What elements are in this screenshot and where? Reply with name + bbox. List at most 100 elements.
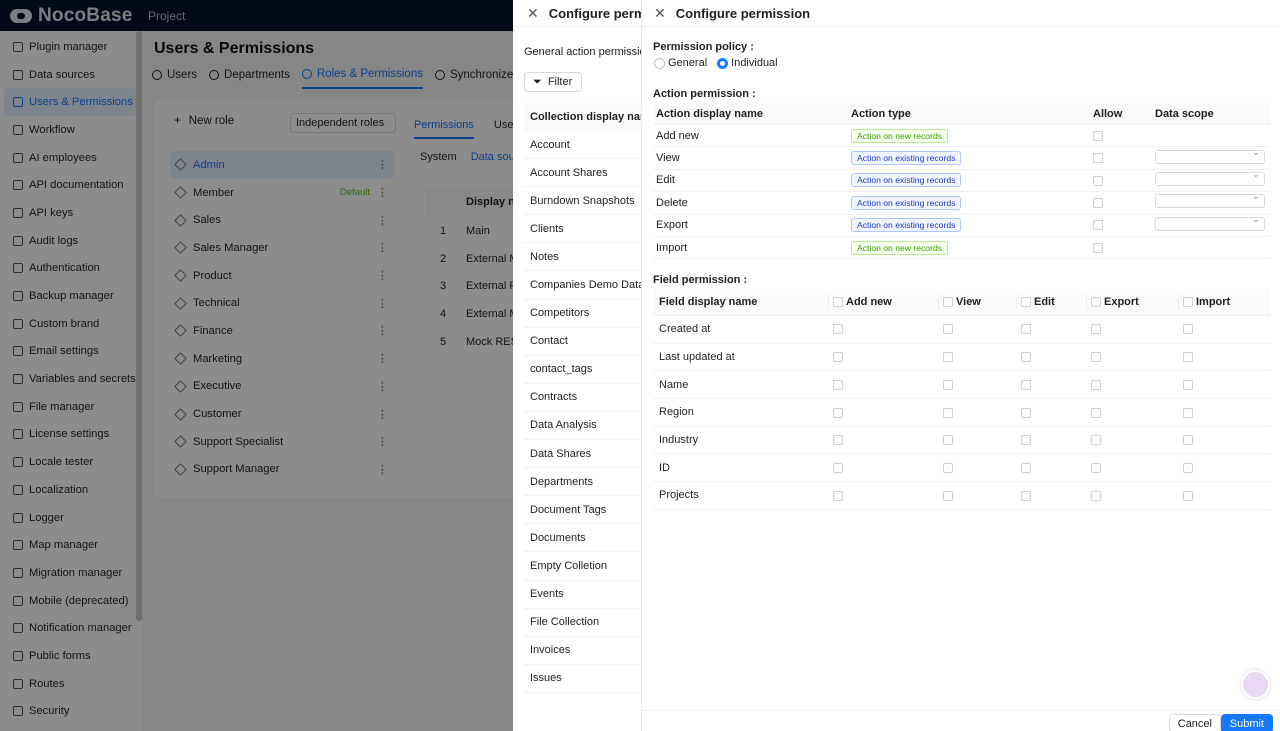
field-view-checkbox[interactable] <box>943 490 953 501</box>
action-name: Import <box>656 241 688 254</box>
data-scope-select[interactable] <box>1155 169 1265 186</box>
field-export-checkbox[interactable] <box>1091 435 1101 446</box>
data-scope-select[interactable] <box>1155 214 1265 231</box>
header-import: Import <box>1196 296 1231 308</box>
radio-circle <box>717 57 729 69</box>
field-export-checkbox[interactable] <box>1091 462 1101 473</box>
field-edit-checkbox[interactable] <box>1021 407 1031 418</box>
allow-checkbox[interactable] <box>1093 175 1103 186</box>
close-icon[interactable]: ✕ <box>654 5 666 22</box>
field-name: Name <box>659 378 689 391</box>
allow-checkbox[interactable] <box>1093 130 1103 141</box>
field-add-checkbox[interactable] <box>833 352 843 363</box>
select-all-add-checkbox[interactable] <box>833 297 843 307</box>
field-add-checkbox[interactable] <box>833 407 843 418</box>
field-edit-checkbox[interactable] <box>1021 324 1031 335</box>
collection-row[interactable]: Data Analysis <box>524 412 654 441</box>
collection-row[interactable]: Empty Colletion <box>524 552 654 581</box>
field-view-checkbox[interactable] <box>943 324 953 335</box>
close-icon[interactable]: ✕ <box>527 5 539 22</box>
data-scope-select[interactable] <box>1155 147 1265 164</box>
allow-checkbox[interactable] <box>1093 242 1103 253</box>
collection-row[interactable]: Issues <box>524 665 654 693</box>
filter-button[interactable]: ⏷ Filter <box>524 72 582 92</box>
field-cell <box>828 489 938 501</box>
header-edit: Edit <box>1034 296 1055 308</box>
field-add-checkbox[interactable] <box>833 379 843 390</box>
collection-row[interactable]: Competitors <box>524 300 654 328</box>
field-import-checkbox[interactable] <box>1183 352 1193 363</box>
select-all-edit-checkbox[interactable] <box>1021 297 1031 307</box>
select-all-view-checkbox[interactable] <box>943 297 953 307</box>
field-cell <box>938 406 1016 418</box>
collection-row[interactable]: Companies Demo Data <box>524 271 654 300</box>
field-edit-checkbox[interactable] <box>1021 379 1031 390</box>
field-cell <box>938 323 1016 335</box>
field-view-checkbox[interactable] <box>943 379 953 390</box>
header-export: Export <box>1104 296 1139 308</box>
field-export-checkbox[interactable] <box>1091 324 1101 335</box>
field-row: Industry <box>653 427 1270 455</box>
field-add-checkbox[interactable] <box>833 435 843 446</box>
filter-icon: ⏷ <box>533 75 542 88</box>
field-import-checkbox[interactable] <box>1183 324 1193 335</box>
field-edit-checkbox[interactable] <box>1021 435 1031 446</box>
collection-row[interactable]: Documents <box>524 524 654 553</box>
data-scope-cell <box>1155 214 1270 234</box>
collection-row[interactable]: contact_tags <box>524 356 654 384</box>
field-edit-checkbox[interactable] <box>1021 462 1031 473</box>
field-import-checkbox[interactable] <box>1183 490 1193 501</box>
allow-checkbox[interactable] <box>1093 197 1103 208</box>
select-all-import-checkbox[interactable] <box>1183 297 1193 307</box>
radio-general[interactable]: General <box>654 57 707 69</box>
field-edit-checkbox[interactable] <box>1021 490 1031 501</box>
field-view-checkbox[interactable] <box>943 462 953 473</box>
field-edit-checkbox[interactable] <box>1021 352 1031 363</box>
field-export-checkbox[interactable] <box>1091 407 1101 418</box>
select-all-export-checkbox[interactable] <box>1091 297 1101 307</box>
action-row: Import Action on new records <box>653 237 1270 260</box>
action-type-cell: Action on new records <box>851 128 1093 143</box>
collection-row[interactable]: Notes <box>524 243 654 272</box>
collection-row[interactable]: Clients <box>524 215 654 244</box>
collection-row[interactable]: Departments <box>524 468 654 497</box>
field-import-checkbox[interactable] <box>1183 462 1193 473</box>
field-add-checkbox[interactable] <box>833 490 843 501</box>
collection-row[interactable]: Contracts <box>524 384 654 412</box>
field-import-checkbox[interactable] <box>1183 435 1193 446</box>
ai-assistant-avatar[interactable] <box>1241 670 1270 699</box>
allow-checkbox[interactable] <box>1093 220 1103 231</box>
field-cell <box>1178 489 1268 501</box>
submit-button[interactable]: Submit <box>1220 714 1273 731</box>
field-import-checkbox[interactable] <box>1183 407 1193 418</box>
field-view-checkbox[interactable] <box>943 407 953 418</box>
allow-checkbox[interactable] <box>1093 153 1103 164</box>
collection-row[interactable]: Invoices <box>524 637 654 665</box>
field-add-checkbox[interactable] <box>833 324 843 335</box>
field-import-checkbox[interactable] <box>1183 379 1193 390</box>
collection-row[interactable]: Document Tags <box>524 496 654 525</box>
field-export-checkbox[interactable] <box>1091 352 1101 363</box>
collection-row[interactable]: Burndown Snapshots <box>524 187 654 216</box>
field-add-checkbox[interactable] <box>833 462 843 473</box>
data-scope-cell <box>1155 169 1270 189</box>
collection-row[interactable]: Events <box>524 581 654 609</box>
collection-row[interactable]: Contact <box>524 328 654 356</box>
collection-row[interactable]: Account Shares <box>524 159 654 188</box>
radio-individual[interactable]: Individual <box>717 57 778 69</box>
collection-row[interactable]: Account <box>524 131 654 160</box>
field-view-checkbox[interactable] <box>943 352 953 363</box>
collection-row[interactable]: File Collection <box>524 609 654 637</box>
data-scope-select[interactable] <box>1155 191 1265 209</box>
field-permission-label: Field permission : <box>653 274 748 286</box>
field-export-checkbox[interactable] <box>1091 490 1101 501</box>
cancel-button[interactable]: Cancel <box>1168 714 1221 731</box>
field-cell <box>1086 351 1178 363</box>
field-export-checkbox[interactable] <box>1091 379 1101 390</box>
field-cell <box>1016 489 1086 501</box>
collection-row[interactable]: Data Shares <box>524 440 654 469</box>
field-cell <box>1086 462 1178 474</box>
field-cell <box>828 351 938 363</box>
field-view-checkbox[interactable] <box>943 435 953 446</box>
action-type-cell: Action on existing records <box>851 151 1093 166</box>
